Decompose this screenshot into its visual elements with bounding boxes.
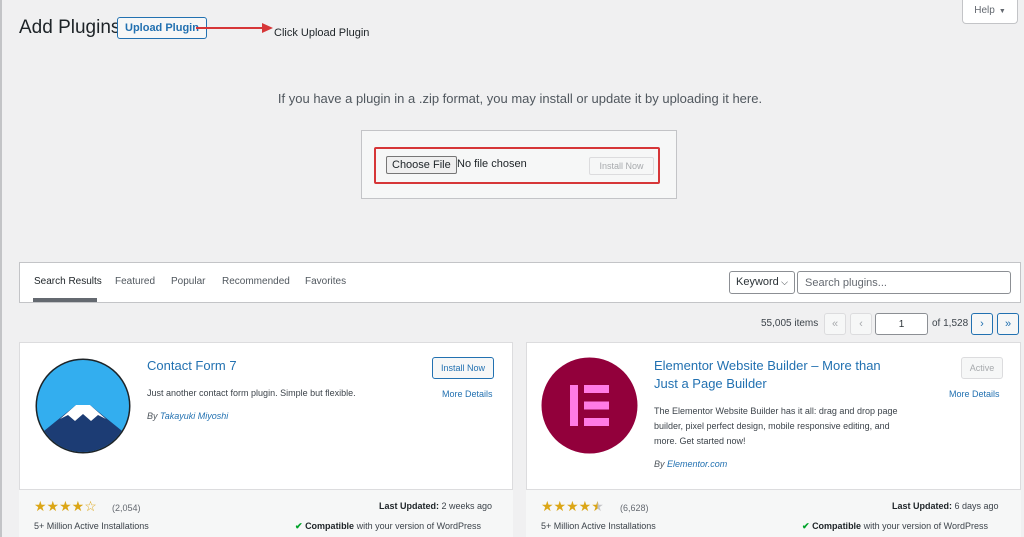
plugin-description: Just another contact form plugin. Simple… (147, 388, 356, 398)
page-title: Add Plugins (19, 17, 121, 38)
last-updated-label: Last Updated: (892, 501, 953, 511)
ratings-count: (2,054) (112, 503, 141, 513)
prev-page-button: ‹ (850, 313, 872, 335)
last-updated: Last Updated: 2 weeks ago (379, 501, 492, 511)
elementor-logo-icon[interactable] (541, 357, 638, 454)
last-updated-label: Last Updated: (379, 501, 440, 511)
red-annotation-arrow-icon (196, 23, 273, 33)
next-page-button[interactable]: › (971, 313, 993, 335)
plugin-name[interactable]: Contact Form 7 (147, 357, 417, 375)
plugin-author: By Takayuki Miyoshi (147, 411, 228, 421)
file-status: No file chosen (457, 158, 527, 170)
page-edge (0, 0, 2, 537)
tab-popular[interactable]: Popular (171, 276, 205, 287)
last-updated-value: 6 days ago (954, 501, 999, 511)
search-plugins-input[interactable] (797, 271, 1011, 294)
upload-description: If you have a plugin in a .zip format, y… (277, 91, 763, 106)
star-rating: ★★★★☆ (34, 498, 97, 514)
install-now-button-disabled: Install Now (589, 157, 654, 175)
author-link[interactable]: Takayuki Miyoshi (160, 411, 228, 421)
plugin-description: The Elementor Website Builder has it all… (654, 406, 898, 446)
more-details-link[interactable]: More Details (442, 389, 493, 399)
search-type-value: Keyword (736, 276, 779, 288)
compat-text: with your version of WordPress (356, 521, 481, 531)
tab-favorites[interactable]: Favorites (305, 276, 346, 287)
tab-search-results[interactable]: Search Results (34, 276, 102, 287)
items-count: 55,005 items (761, 318, 819, 329)
compat-label: Compatible (305, 521, 355, 531)
contact-form-7-logo-icon[interactable] (34, 357, 132, 455)
more-details-link[interactable]: More Details (949, 389, 1000, 399)
active-installs: 5+ Million Active Installations (541, 521, 656, 531)
tab-featured[interactable]: Featured (115, 276, 155, 287)
plugin-name[interactable]: Elementor Website Builder – More than Ju… (654, 357, 904, 393)
compat-text: with your version of WordPress (863, 521, 988, 531)
ratings-count: (6,628) (620, 503, 649, 513)
caret-down-icon: ▼ (998, 8, 1006, 15)
author-link[interactable]: Elementor.com (667, 459, 727, 469)
help-label: Help (974, 5, 995, 16)
compatibility: ✔ Compatible with your version of WordPr… (295, 521, 481, 532)
search-type-select[interactable]: Keyword ⌵ (729, 271, 795, 294)
first-page-button: « (824, 313, 846, 335)
compatibility: ✔ Compatible with your version of WordPr… (802, 521, 988, 532)
total-pages: of 1,528 (932, 318, 969, 329)
author-prefix: By (654, 459, 665, 469)
active-status-button: Active (961, 357, 1003, 379)
help-tab[interactable]: Help ▼ (962, 0, 1018, 24)
upload-plugin-button[interactable]: Upload Plugin (117, 17, 207, 39)
last-page-button[interactable]: » (997, 313, 1019, 335)
last-updated-value: 2 weeks ago (441, 501, 493, 511)
last-updated: Last Updated: 6 days ago (892, 501, 999, 511)
install-now-button[interactable]: Install Now (432, 357, 495, 379)
active-tab-indicator (33, 298, 97, 302)
annotation-text: Click Upload Plugin (274, 27, 370, 39)
compat-label: Compatible (812, 521, 862, 531)
check-icon: ✔ (802, 521, 810, 531)
star-rating: ★★★★★ (541, 498, 604, 514)
active-installs: 5+ Million Active Installations (34, 521, 149, 531)
check-icon: ✔ (295, 521, 303, 531)
author-prefix: By (147, 411, 158, 421)
plugin-author: By Elementor.com (654, 459, 727, 469)
chevron-down-icon: ⌵ (781, 277, 788, 287)
choose-file-button[interactable]: Choose File (386, 156, 457, 174)
current-page-input[interactable] (875, 313, 928, 335)
tab-recommended[interactable]: Recommended (222, 276, 290, 287)
